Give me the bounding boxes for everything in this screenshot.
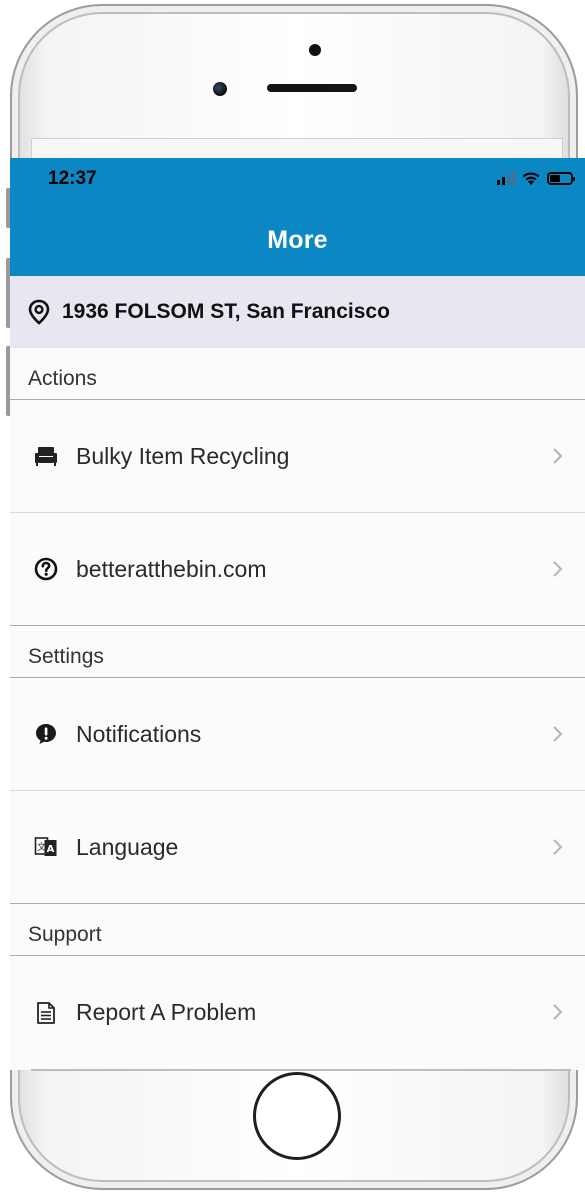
page-title: More xyxy=(267,225,328,254)
chevron-right-icon xyxy=(553,561,563,577)
couch-icon xyxy=(34,444,58,468)
list-item-label: Bulky Item Recycling xyxy=(76,442,290,469)
home-button[interactable] xyxy=(253,1072,341,1160)
svg-text:文: 文 xyxy=(37,841,46,853)
front-camera xyxy=(213,82,227,96)
app-screen: 12:37 More 1936 FOLSOM ST, San Francisco… xyxy=(10,158,585,1070)
list-item-language[interactable]: 文 A Language xyxy=(10,791,585,904)
chevron-right-icon xyxy=(553,448,563,464)
address-bar[interactable]: 1936 FOLSOM ST, San Francisco xyxy=(10,276,585,348)
screen-bottom-edge xyxy=(31,1069,571,1071)
section-header-support: Support xyxy=(10,904,585,956)
list-item-betteratthebin[interactable]: betteratthebin.com xyxy=(10,513,585,626)
list-item-label: betteratthebin.com xyxy=(76,555,267,582)
svg-text:A: A xyxy=(47,844,55,855)
cellular-signal-icon xyxy=(497,171,515,185)
status-bar: 12:37 xyxy=(10,158,585,204)
wifi-icon xyxy=(522,172,540,185)
navigation-bar: More xyxy=(10,204,585,276)
chevron-right-icon xyxy=(553,1004,563,1020)
list-item-bulky-item-recycling[interactable]: Bulky Item Recycling xyxy=(10,400,585,513)
chevron-right-icon xyxy=(553,726,563,742)
section-header-settings: Settings xyxy=(10,626,585,678)
proximity-sensor xyxy=(309,44,321,56)
question-circle-icon xyxy=(34,557,58,581)
screen-top-edge xyxy=(31,138,563,158)
location-pin-icon xyxy=(28,299,50,325)
chevron-right-icon xyxy=(553,839,563,855)
list-item-notifications[interactable]: Notifications xyxy=(10,678,585,791)
section-header-actions: Actions xyxy=(10,348,585,400)
battery-icon xyxy=(547,171,575,185)
list-item-label: Notifications xyxy=(76,720,202,747)
status-icons xyxy=(497,170,575,186)
list-item-label: Language xyxy=(76,833,179,860)
document-icon xyxy=(34,1001,58,1025)
alert-bubble-icon xyxy=(34,722,58,746)
list-item-label: Report A Problem xyxy=(76,999,257,1025)
earpiece-speaker xyxy=(267,84,357,92)
address-text: 1936 FOLSOM ST, San Francisco xyxy=(62,300,390,323)
status-time: 12:37 xyxy=(48,168,97,189)
translate-icon: 文 A xyxy=(34,835,58,859)
list-item-report-a-problem[interactable]: Report A Problem xyxy=(10,956,585,1069)
